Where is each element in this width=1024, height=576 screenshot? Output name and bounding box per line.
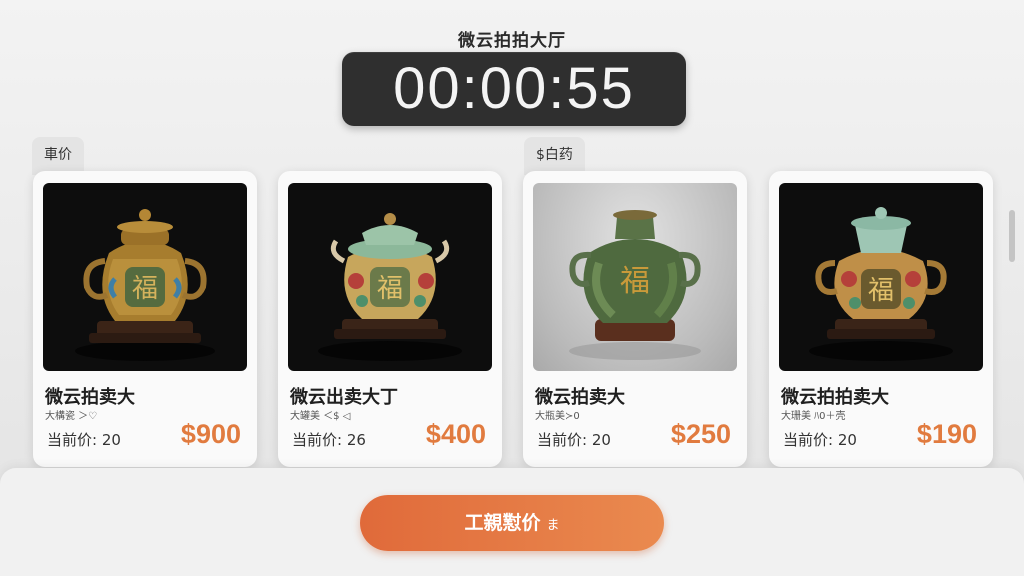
- page-title: 微云拍拍大厅: [458, 31, 566, 51]
- place-bid-button[interactable]: 工親懟价ま: [360, 495, 664, 551]
- auction-hall-screen: 微云拍拍大厅 00:00:55 車价 $白药 福 微云拍卖大 大構瓷 ＞♡ 当前…: [0, 0, 1024, 576]
- lot-name: 微云出卖大丁: [290, 387, 398, 408]
- lot-image-celadon-jar: 福: [779, 183, 983, 371]
- lot-subtitle: 大構瓷 ＞♡: [45, 411, 98, 422]
- lot-name: 微云拍拍卖大: [781, 387, 889, 408]
- lot-subtitle: 大罐美 ＜$ ◁: [290, 411, 351, 422]
- countdown-timer: 00:00:55: [342, 52, 686, 126]
- current-bid-label: 当前价: 20: [783, 431, 857, 449]
- lot-card[interactable]: 福 微云出卖大丁 大罐美 ＜$ ◁ 当前价: 26 $400: [278, 171, 502, 467]
- svg-text:福: 福: [132, 274, 158, 304]
- lot-image-enamel-jar: 福: [288, 183, 492, 371]
- hammer-icon: ま: [546, 518, 560, 533]
- lot-card[interactable]: 福 微云拍卖大 大瓶美≻0 当前价: 20 $250: [523, 171, 747, 467]
- lot-subtitle: 大瓶美≻0: [535, 411, 580, 422]
- current-bid-label: 当前价: 20: [537, 431, 611, 449]
- lot-name: 微云拍卖大: [535, 387, 625, 408]
- tab-category-right[interactable]: $白药: [524, 137, 585, 175]
- lot-price: $250: [670, 419, 731, 449]
- svg-text:福: 福: [620, 264, 650, 299]
- tab-category-left[interactable]: 車价: [32, 137, 84, 175]
- svg-text:福: 福: [868, 276, 894, 306]
- lot-subtitle: 大珊美 ﾊ0＋壳: [781, 411, 846, 422]
- lot-image-bronze-vase: 福: [43, 183, 247, 371]
- lot-image-green-vase: 福: [533, 183, 737, 371]
- vertical-scrollbar[interactable]: [1009, 210, 1015, 262]
- current-bid-label: 当前价: 20: [47, 431, 121, 449]
- lot-card[interactable]: 福 微云拍卖大 大構瓷 ＞♡ 当前价: 20 $900: [33, 171, 257, 467]
- lot-price: $190: [916, 419, 977, 449]
- current-bid-label: 当前价: 26: [292, 431, 366, 449]
- svg-text:福: 福: [377, 274, 403, 304]
- lot-name: 微云拍卖大: [45, 387, 135, 408]
- lot-price: $900: [180, 419, 241, 449]
- lot-card[interactable]: 福 微云拍拍卖大 大珊美 ﾊ0＋壳 当前价: 20 $190: [769, 171, 993, 467]
- bid-button-label: 工親懟价: [464, 512, 541, 534]
- lot-price: $400: [425, 419, 486, 449]
